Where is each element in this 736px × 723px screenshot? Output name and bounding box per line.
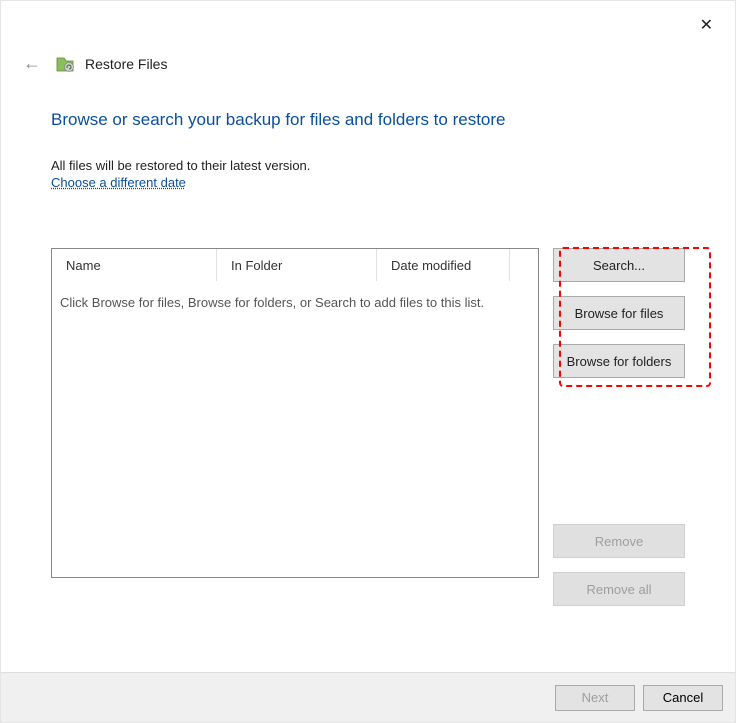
- empty-list-text: Click Browse for files, Browse for folde…: [52, 281, 538, 324]
- choose-date-link[interactable]: Choose a different date: [51, 175, 186, 190]
- remove-button: Remove: [553, 524, 685, 558]
- next-button: Next: [555, 685, 635, 711]
- cancel-button[interactable]: Cancel: [643, 685, 723, 711]
- browse-files-button[interactable]: Browse for files: [553, 296, 685, 330]
- file-list: Name In Folder Date modified Click Brows…: [51, 248, 539, 578]
- remove-all-button: Remove all: [553, 572, 685, 606]
- back-arrow-icon[interactable]: ←: [23, 53, 41, 74]
- column-folder[interactable]: In Folder: [217, 249, 377, 281]
- search-button[interactable]: Search...: [553, 248, 685, 282]
- subtext: All files will be restored to their late…: [51, 158, 685, 173]
- column-name[interactable]: Name: [52, 249, 217, 281]
- close-button[interactable]: ✕: [700, 15, 713, 35]
- window-title: Restore Files: [85, 56, 167, 72]
- column-spacer: [510, 249, 538, 281]
- restore-files-icon: [55, 54, 75, 74]
- column-date[interactable]: Date modified: [377, 249, 510, 281]
- page-instruction: Browse or search your backup for files a…: [51, 110, 685, 130]
- browse-folders-button[interactable]: Browse for folders: [553, 344, 685, 378]
